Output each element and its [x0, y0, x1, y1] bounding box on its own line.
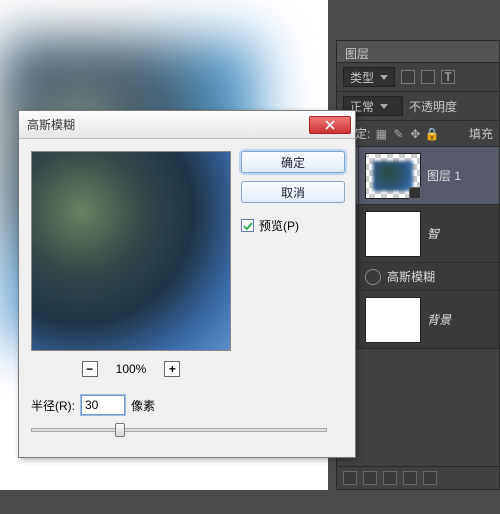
- radius-input[interactable]: [81, 395, 125, 415]
- lock-move-icon[interactable]: ✥: [409, 128, 421, 140]
- filter-pixel-icon[interactable]: [401, 70, 415, 84]
- radius-slider[interactable]: [31, 421, 327, 439]
- slider-thumb[interactable]: [115, 423, 125, 437]
- layer-filter-label: 类型: [350, 69, 374, 86]
- check-icon: [243, 221, 253, 231]
- cancel-button[interactable]: 取消: [241, 181, 345, 203]
- fill-label: 填充: [469, 125, 493, 142]
- smart-object-badge-icon: [409, 187, 421, 199]
- layer-name[interactable]: 背景: [427, 311, 499, 328]
- preview-checkbox-label: 预览(P): [259, 217, 299, 234]
- lock-paint-icon[interactable]: ✎: [392, 128, 404, 140]
- chevron-down-icon: [380, 75, 388, 80]
- smart-filter-row[interactable]: 高斯模糊: [337, 263, 499, 291]
- close-icon: [325, 120, 335, 130]
- layers-panel-footer: [337, 466, 499, 489]
- dialog-titlebar[interactable]: 高斯模糊: [19, 111, 355, 139]
- lock-all-icon[interactable]: 🔒: [426, 128, 438, 140]
- layers-panel: 图层 类型 T 正常 不透明度 锁定: ▦ ✎ ✥ 🔒 填充: [336, 40, 500, 490]
- plus-icon: +: [169, 363, 176, 375]
- radius-unit: 像素: [131, 397, 155, 414]
- chevron-down-icon: [380, 104, 388, 109]
- preview-checkbox[interactable]: [241, 219, 254, 232]
- layer-name[interactable]: 智: [427, 225, 499, 242]
- ok-button[interactable]: 确定: [241, 151, 345, 173]
- close-button[interactable]: [309, 116, 351, 134]
- filter-type-icon[interactable]: T: [441, 70, 455, 84]
- smart-filter-name[interactable]: 高斯模糊: [387, 268, 499, 285]
- blur-preview[interactable]: [31, 151, 231, 351]
- layers-tab[interactable]: 图层: [337, 41, 499, 63]
- layer-thumbnail[interactable]: [365, 153, 421, 199]
- gaussian-blur-dialog: 高斯模糊 − 100% + 半径(R): 像素: [18, 110, 356, 458]
- smart-filter-icon: [365, 269, 381, 285]
- layer-filter-dropdown[interactable]: 类型: [343, 67, 395, 87]
- radius-label: 半径(R):: [31, 397, 75, 414]
- mask-button[interactable]: [363, 471, 377, 485]
- filter-adjust-icon[interactable]: [421, 70, 435, 84]
- zoom-out-button[interactable]: −: [82, 361, 98, 377]
- layer-name[interactable]: 图层 1: [427, 167, 499, 184]
- new-group-button[interactable]: [383, 471, 397, 485]
- new-layer-button[interactable]: [403, 471, 417, 485]
- layer-row-2[interactable]: 智: [337, 205, 499, 263]
- zoom-value: 100%: [116, 362, 147, 376]
- dialog-title: 高斯模糊: [27, 116, 309, 133]
- layer-row-bg[interactable]: 背景: [337, 291, 499, 349]
- lock-pixels-icon[interactable]: ▦: [375, 128, 387, 140]
- layer-thumbnail[interactable]: [365, 211, 421, 257]
- zoom-in-button[interactable]: +: [164, 361, 180, 377]
- delete-layer-button[interactable]: [423, 471, 437, 485]
- layer-thumbnail[interactable]: [365, 297, 421, 343]
- slider-track: [31, 428, 327, 432]
- opacity-label: 不透明度: [409, 98, 457, 115]
- fx-button[interactable]: [343, 471, 357, 485]
- minus-icon: −: [86, 363, 93, 375]
- layer-row-1[interactable]: 图层 1: [337, 147, 499, 205]
